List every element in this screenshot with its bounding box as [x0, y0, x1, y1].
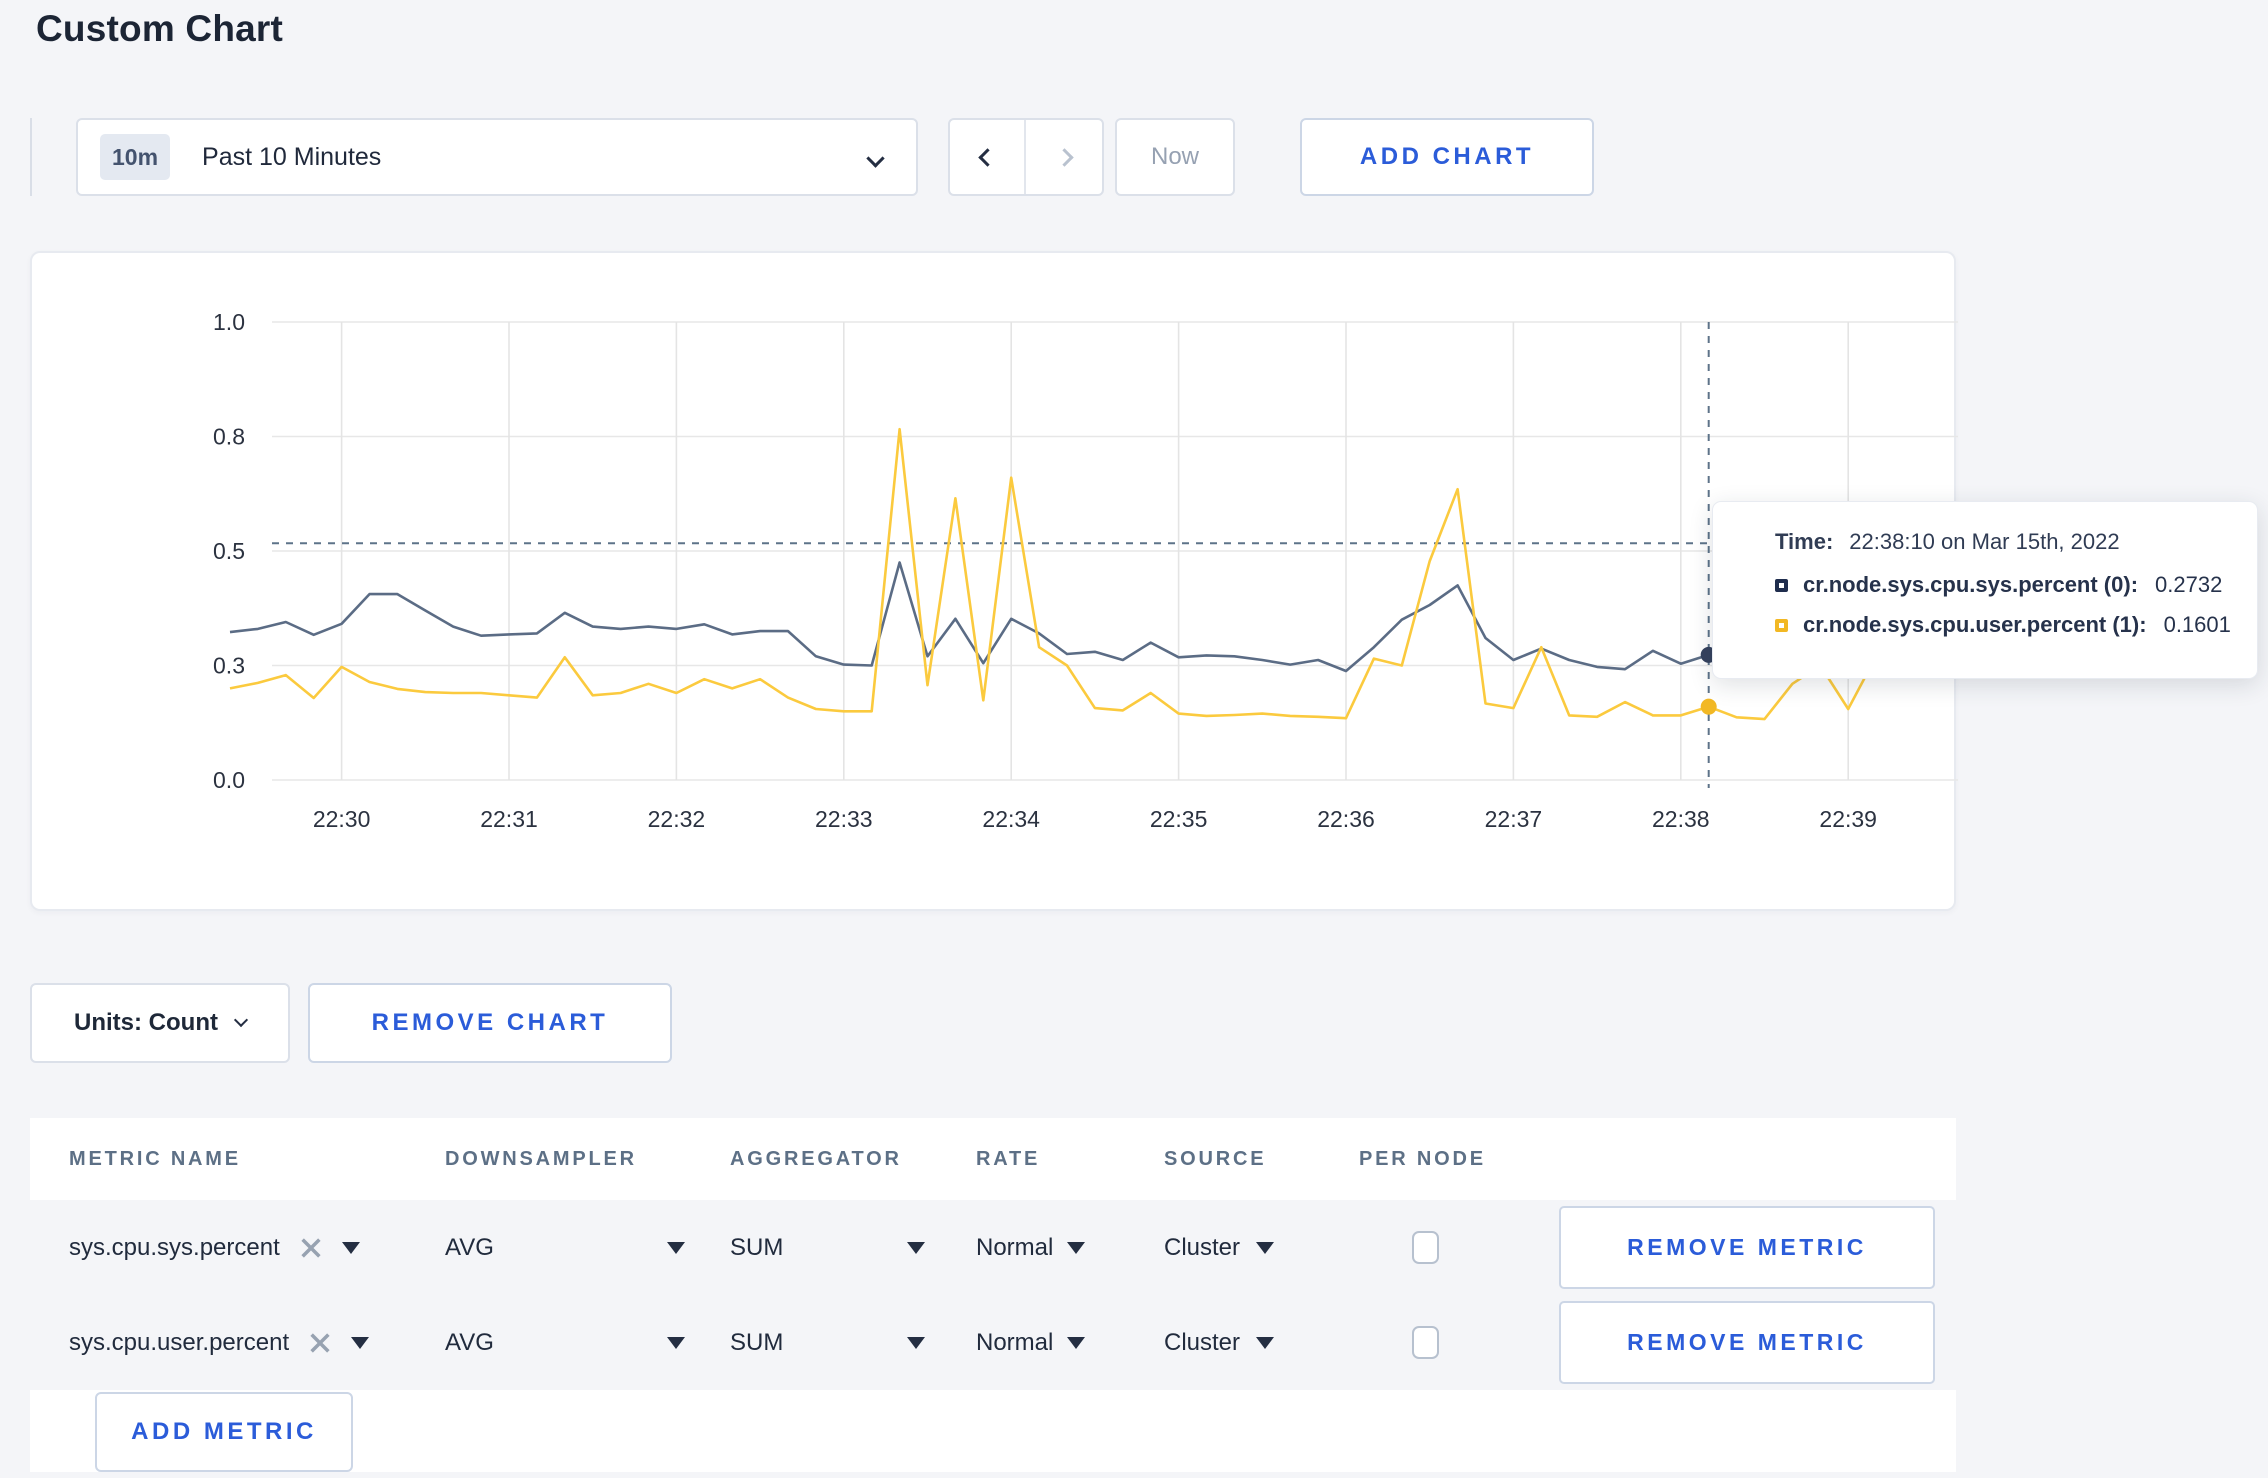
svg-text:1.0: 1.0: [213, 309, 245, 335]
svg-text:22:31: 22:31: [480, 806, 538, 832]
caret-down-icon: [351, 1336, 370, 1349]
units-select-label: Units: Count: [74, 1009, 218, 1036]
downsampler-select[interactable]: AVG: [445, 1200, 685, 1295]
chevron-down-icon: [233, 1012, 249, 1028]
rate-select[interactable]: Normal: [976, 1200, 1086, 1295]
rate-value: Normal: [976, 1328, 1054, 1356]
svg-text:0.5: 0.5: [213, 538, 245, 564]
svg-text:22:30: 22:30: [313, 806, 371, 832]
prev-range-button[interactable]: [950, 120, 1026, 194]
caret-down-icon: [1256, 1241, 1275, 1254]
metrics-table: METRIC NAME DOWNSAMPLER AGGREGATOR RATE …: [30, 1118, 1956, 1472]
svg-text:22:32: 22:32: [648, 806, 706, 832]
svg-text:22:34: 22:34: [982, 806, 1040, 832]
time-range-badge: 10m: [100, 134, 171, 180]
metric-row: sys.cpu.user.percent AVG SUM Normal Clus…: [30, 1295, 1956, 1390]
per-node-checkbox[interactable]: [1412, 1231, 1439, 1264]
downsampler-value: AVG: [445, 1233, 494, 1261]
downsampler-value: AVG: [445, 1328, 494, 1356]
aggregator-value: SUM: [730, 1328, 784, 1356]
caret-down-icon: [907, 1336, 925, 1349]
col-header-metric-name: METRIC NAME: [69, 1148, 241, 1170]
col-header-aggregator: AGGREGATOR: [730, 1148, 902, 1170]
metrics-table-header: METRIC NAME DOWNSAMPLER AGGREGATOR RATE …: [30, 1118, 1956, 1200]
chart-card: 0.0 0.3 0.5 0.8 1.0 22:30 22:31 22:32 22:33 22:34…: [30, 251, 1958, 913]
time-nav-group: [948, 118, 1104, 196]
caret-down-icon: [667, 1241, 685, 1254]
add-chart-button[interactable]: ADD CHART: [1300, 118, 1594, 196]
time-range-label: Past 10 Minutes: [202, 142, 382, 171]
time-range-select[interactable]: 10m Past 10 Minutes: [76, 118, 918, 196]
col-header-rate: RATE: [976, 1148, 1041, 1170]
units-select[interactable]: Units: Count: [30, 983, 290, 1063]
caret-down-icon: [1067, 1336, 1086, 1349]
metrics-line-chart[interactable]: 0.0 0.3 0.5 0.8 1.0 22:30 22:31 22:32 22:33 22:34…: [32, 253, 1958, 913]
svg-text:22:33: 22:33: [815, 806, 873, 832]
tooltip-series-value: 0.2732: [2155, 572, 2223, 597]
col-header-downsampler: DOWNSAMPLER: [445, 1148, 637, 1170]
svg-text:0.8: 0.8: [213, 424, 245, 450]
add-metric-button[interactable]: ADD METRIC: [95, 1392, 353, 1472]
clear-metric-icon[interactable]: [309, 1332, 331, 1354]
remove-chart-button[interactable]: REMOVE CHART: [308, 983, 672, 1063]
toolbar-divider: [30, 118, 32, 196]
col-header-source: SOURCE: [1164, 1148, 1267, 1170]
metric-name-select[interactable]: sys.cpu.sys.percent: [69, 1200, 360, 1295]
next-range-button[interactable]: [1026, 120, 1102, 194]
sys-series-swatch-icon: [1775, 578, 1788, 592]
tooltip-series-name: cr.node.sys.cpu.user.percent (1):: [1803, 612, 2147, 637]
tooltip-time-row: Time: 22:38:10 on Mar 15th, 2022: [1775, 529, 2257, 555]
remove-metric-button[interactable]: REMOVE METRIC: [1559, 1206, 1935, 1289]
tooltip-time-value: 22:38:10 on Mar 15th, 2022: [1849, 529, 2120, 554]
tooltip-series-row: cr.node.sys.cpu.sys.percent (0): 0.2732: [1775, 572, 2257, 598]
per-node-checkbox[interactable]: [1412, 1326, 1439, 1359]
source-select[interactable]: Cluster: [1164, 1200, 1275, 1295]
caret-down-icon: [667, 1336, 685, 1349]
metric-name-select[interactable]: sys.cpu.user.percent: [69, 1295, 370, 1390]
downsampler-select[interactable]: AVG: [445, 1295, 685, 1390]
chevron-down-icon: [866, 149, 885, 168]
page-title: Custom Chart: [36, 8, 284, 49]
clear-metric-icon[interactable]: [300, 1237, 322, 1259]
rate-value: Normal: [976, 1233, 1054, 1261]
rate-select[interactable]: Normal: [976, 1295, 1086, 1390]
source-select[interactable]: Cluster: [1164, 1295, 1275, 1390]
custom-chart-page: Custom Chart 10m Past 10 Minutes Now ADD…: [0, 0, 2268, 1478]
chevron-right-icon: [1054, 147, 1074, 167]
metric-row: sys.cpu.sys.percent AVG SUM Normal Clust…: [30, 1200, 1956, 1295]
metric-name-value: sys.cpu.user.percent: [69, 1328, 290, 1356]
source-value: Cluster: [1164, 1233, 1241, 1261]
svg-text:0.3: 0.3: [213, 653, 245, 679]
svg-text:0.0: 0.0: [213, 767, 245, 793]
remove-metric-button[interactable]: REMOVE METRIC: [1559, 1301, 1935, 1384]
chart-tooltip: Time: 22:38:10 on Mar 15th, 2022 cr.node.…: [1712, 501, 2258, 679]
tooltip-series-row: cr.node.sys.cpu.user.percent (1): 0.1601: [1775, 612, 2257, 638]
tooltip-time-label: Time:: [1775, 529, 1834, 554]
svg-text:22:39: 22:39: [1819, 806, 1877, 832]
chevron-left-icon: [977, 147, 997, 167]
metric-name-value: sys.cpu.sys.percent: [69, 1233, 280, 1261]
caret-down-icon: [1067, 1241, 1086, 1254]
caret-down-icon: [341, 1241, 360, 1254]
svg-text:22:35: 22:35: [1150, 806, 1208, 832]
svg-text:22:36: 22:36: [1317, 806, 1375, 832]
tooltip-series-name: cr.node.sys.cpu.sys.percent (0):: [1803, 572, 2139, 597]
aggregator-select[interactable]: SUM: [730, 1200, 925, 1295]
col-header-per-node: PER NODE: [1359, 1148, 1486, 1170]
user-series-swatch-icon: [1775, 618, 1788, 632]
caret-down-icon: [1256, 1336, 1275, 1349]
tooltip-series-value: 0.1601: [2163, 612, 2231, 637]
caret-down-icon: [907, 1241, 925, 1254]
svg-text:22:38: 22:38: [1652, 806, 1710, 832]
source-value: Cluster: [1164, 1328, 1241, 1356]
aggregator-select[interactable]: SUM: [730, 1295, 925, 1390]
svg-text:22:37: 22:37: [1485, 806, 1543, 832]
aggregator-value: SUM: [730, 1233, 784, 1261]
now-button[interactable]: Now: [1115, 118, 1235, 196]
